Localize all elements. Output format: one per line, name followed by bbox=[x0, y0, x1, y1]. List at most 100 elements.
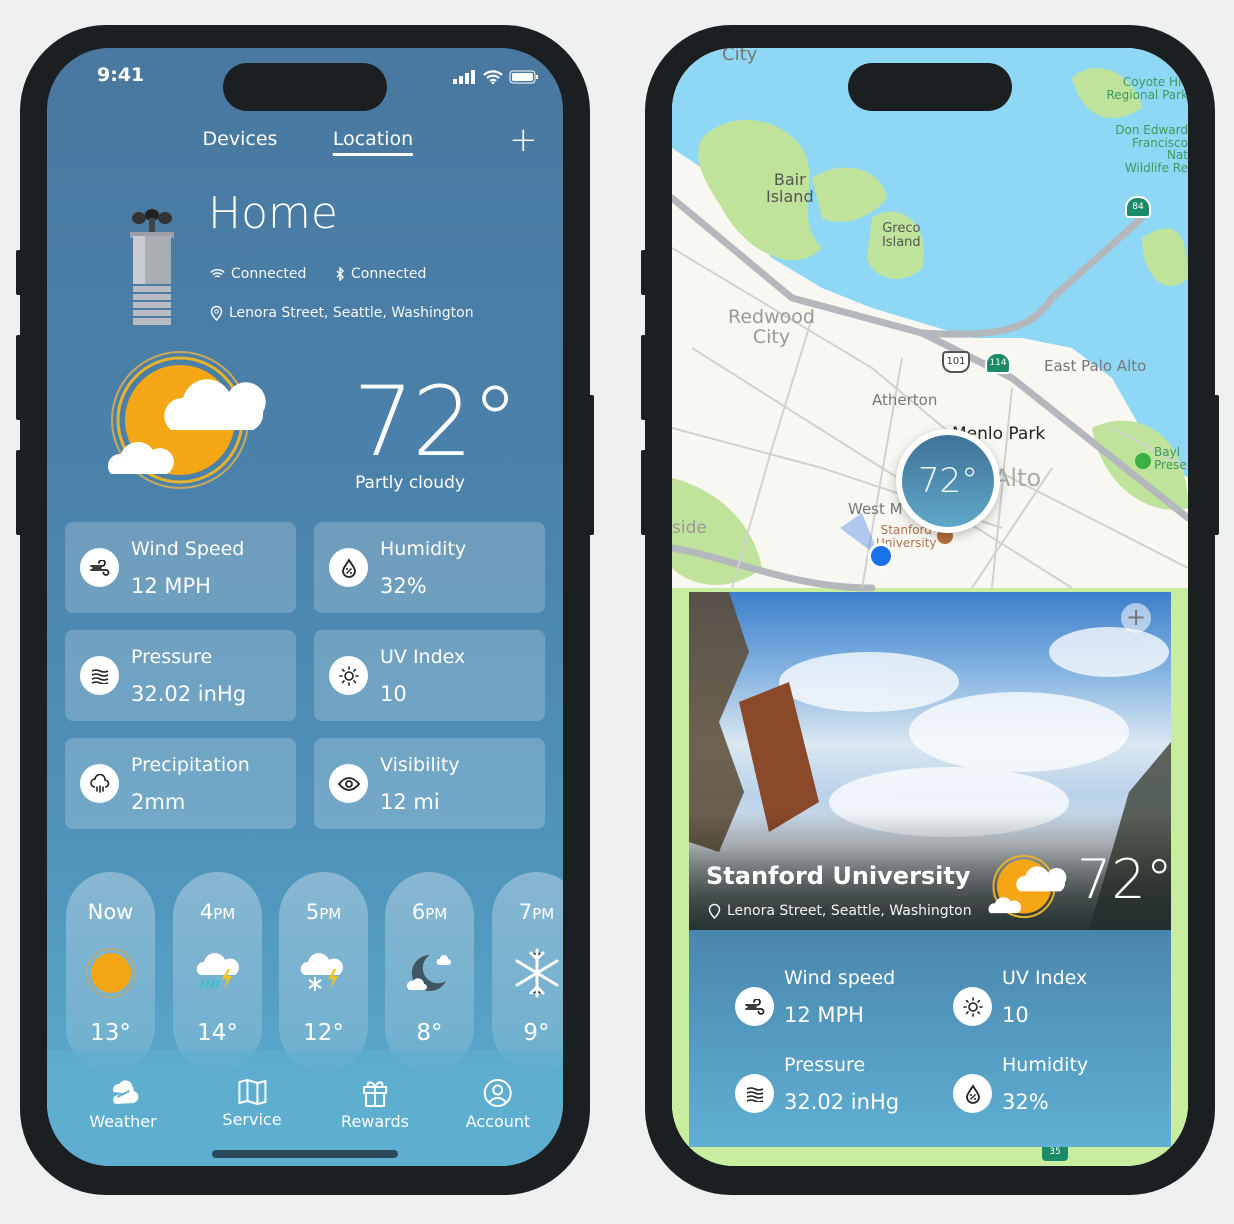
card-address: Lenora Street, Seattle, Washington bbox=[708, 903, 972, 919]
metric-card-visibility[interactable]: Visibility 12 mi bbox=[314, 738, 545, 829]
metric-label: Pressure bbox=[131, 646, 213, 668]
metric-value: 12 MPH bbox=[784, 1003, 864, 1027]
metric-card-uv-index[interactable]: UV Index 10 bbox=[314, 630, 545, 721]
screen: 9:41 Devices Location + Home Connected C… bbox=[47, 48, 563, 1166]
metric-label: Wind speed bbox=[784, 967, 896, 989]
weather-station-image bbox=[130, 209, 174, 325]
metric-card-pressure[interactable]: Pressure 32.02 inHg bbox=[65, 630, 296, 721]
location-pin-icon bbox=[708, 903, 721, 919]
metric-value: 32% bbox=[1002, 1090, 1049, 1114]
metric-value: 32.02 inHg bbox=[784, 1090, 900, 1114]
map-label: Atherton bbox=[872, 391, 938, 409]
current-condition: Partly cloudy bbox=[355, 473, 465, 493]
metric-value: 12 mi bbox=[380, 790, 440, 814]
wifi-status: Connected bbox=[210, 266, 306, 282]
pressure-icon bbox=[80, 656, 119, 695]
dynamic-island bbox=[223, 63, 387, 111]
park-marker[interactable] bbox=[1135, 453, 1151, 469]
pressure-icon bbox=[735, 1074, 774, 1113]
bluetooth-status: Connected bbox=[335, 266, 426, 282]
bottom-nav: Weather Service Rewards Account bbox=[47, 1050, 563, 1166]
status-time: 9:41 bbox=[97, 64, 145, 86]
hour-label: Now bbox=[87, 900, 134, 924]
battery-icon bbox=[509, 70, 538, 84]
snowflake-icon bbox=[511, 947, 563, 999]
map-temperature-bubble[interactable]: 72° bbox=[896, 429, 1000, 533]
map-label: Greco Island bbox=[882, 221, 921, 250]
plus-icon: + bbox=[1125, 603, 1147, 631]
account-icon bbox=[483, 1079, 512, 1107]
tab-location[interactable]: Location bbox=[332, 128, 414, 156]
nav-service[interactable]: Service bbox=[222, 1078, 282, 1129]
location-card[interactable]: + Stanford University Lenora Street, Sea… bbox=[689, 592, 1171, 1147]
status-icons bbox=[453, 70, 539, 84]
metric-card-humidity[interactable]: Humidity 32% bbox=[314, 522, 545, 613]
add-location-button[interactable]: + bbox=[509, 120, 538, 160]
hourly-item[interactable]: 7PM 9° bbox=[492, 872, 563, 1072]
tab-devices[interactable]: Devices bbox=[203, 128, 278, 150]
map-label: City bbox=[722, 48, 758, 65]
hour-temp: 12° bbox=[303, 1020, 344, 1046]
wind-icon bbox=[735, 987, 774, 1026]
hour-temp: 9° bbox=[523, 1020, 550, 1046]
hour-temp: 8° bbox=[416, 1020, 443, 1046]
screen: City Bair Island Greco Island Redwood Ci… bbox=[672, 48, 1188, 1166]
metric-card-precipitation[interactable]: Precipitation 2mm bbox=[65, 738, 296, 829]
metric-value: 32% bbox=[380, 574, 427, 598]
metric-label: Pressure bbox=[784, 1054, 866, 1076]
hour-label: 5PM bbox=[305, 900, 342, 924]
weather-icon bbox=[112, 1080, 139, 1104]
map-label: side bbox=[672, 518, 707, 538]
current-temperature: 72° bbox=[353, 366, 519, 478]
nav-weather[interactable]: Weather bbox=[89, 1078, 157, 1131]
thunder-rain-icon bbox=[192, 947, 244, 999]
plus-icon: + bbox=[509, 120, 538, 160]
eye-icon bbox=[329, 764, 368, 803]
uv-icon bbox=[953, 987, 992, 1026]
highway-shield-114: 114 bbox=[985, 352, 1011, 374]
metric-label: Precipitation bbox=[131, 754, 250, 776]
gift-icon bbox=[362, 1081, 387, 1107]
metric-value: 10 bbox=[380, 682, 407, 706]
moon-cloud-icon bbox=[404, 947, 456, 999]
partly-cloudy-icon bbox=[988, 854, 1067, 919]
map-label: Bair Island bbox=[766, 170, 814, 206]
dynamic-island bbox=[848, 63, 1012, 111]
sun-icon bbox=[85, 947, 137, 999]
hourly-item[interactable]: 6PM 8° bbox=[385, 872, 474, 1072]
map-icon bbox=[237, 1079, 266, 1105]
location-pin-icon bbox=[210, 305, 223, 321]
metric-label: UV Index bbox=[1002, 967, 1088, 989]
metric-label: Wind Speed bbox=[131, 538, 245, 560]
map-label: Alto bbox=[994, 464, 1042, 492]
metric-label: Humidity bbox=[1002, 1054, 1089, 1076]
bluetooth-icon bbox=[336, 267, 345, 281]
card-metrics: Wind speed 12 MPH UV Index 10 Pressure 32.02 … bbox=[689, 930, 1171, 1147]
add-location-button[interactable]: + bbox=[1121, 603, 1151, 633]
metric-value: 12 MPH bbox=[131, 574, 211, 598]
hourly-item[interactable]: 4PM 14° bbox=[173, 872, 262, 1072]
metric-label: Visibility bbox=[380, 754, 460, 776]
highway-shield-101: 101 bbox=[942, 351, 970, 373]
map-label: East Palo Alto bbox=[1044, 357, 1147, 375]
map-label: Coyote Hill Regional Park bbox=[1106, 75, 1188, 102]
nav-rewards[interactable]: Rewards bbox=[341, 1078, 409, 1131]
metric-value: 10 bbox=[1002, 1003, 1029, 1027]
metric-value: 32.02 inHg bbox=[131, 682, 247, 706]
precipitation-icon bbox=[80, 764, 119, 803]
map-label: Redwood City bbox=[728, 306, 815, 348]
humidity-icon bbox=[329, 548, 368, 587]
wind-icon bbox=[80, 548, 119, 587]
hour-temp: 14° bbox=[197, 1020, 238, 1046]
thunder-snow-icon bbox=[298, 947, 350, 999]
current-location-dot[interactable] bbox=[868, 543, 894, 569]
hourly-item[interactable]: Now 13° bbox=[66, 872, 155, 1072]
hourly-item[interactable]: 5PM 12° bbox=[279, 872, 368, 1072]
signal-icon bbox=[453, 70, 475, 84]
nav-account[interactable]: Account bbox=[466, 1078, 530, 1131]
home-indicator bbox=[212, 1150, 398, 1158]
location-title: Home bbox=[208, 188, 338, 239]
hour-label: 4PM bbox=[199, 900, 236, 924]
metric-card-wind-speed[interactable]: Wind Speed 12 MPH bbox=[65, 522, 296, 613]
location-photo: + Stanford University Lenora Street, Sea… bbox=[689, 592, 1171, 930]
